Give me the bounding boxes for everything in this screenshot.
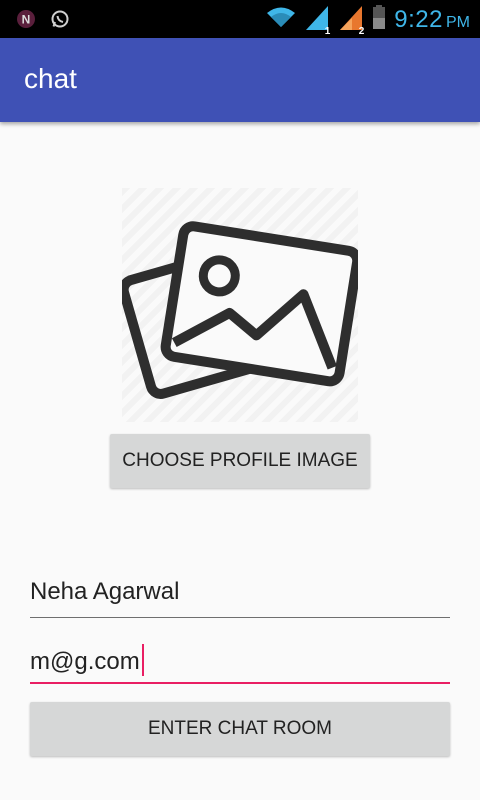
wifi-icon	[266, 5, 296, 34]
email-value: m@g.com	[30, 648, 140, 675]
clock-ampm: PM	[446, 13, 470, 31]
profile-image[interactable]	[118, 188, 363, 422]
sim2-label: 2	[358, 26, 365, 37]
enter-chat-room-button[interactable]: ENTER CHAT ROOM	[30, 702, 450, 756]
app-title: chat	[24, 63, 77, 94]
name-value: Neha Agarwal	[30, 578, 180, 605]
image-placeholder-icon	[118, 221, 363, 399]
text-cursor	[141, 644, 144, 676]
svg-text:N: N	[22, 13, 31, 27]
n-app-icon: N	[16, 9, 36, 34]
whatsapp-icon	[50, 9, 70, 34]
signal-sim2-icon: 2	[338, 4, 365, 37]
system-status-icons: 1 2 9:22 PM	[266, 4, 470, 37]
name-field[interactable]: Neha Agarwal	[30, 574, 450, 618]
clock-time: 9:22	[394, 5, 443, 33]
sim1-label: 1	[324, 26, 331, 37]
email-field[interactable]: m@g.com	[30, 640, 450, 684]
app-bar: chat	[0, 38, 480, 122]
status-bar: N 1 2 9:22 PM	[0, 0, 480, 38]
battery-icon	[372, 4, 386, 35]
notification-icons: N	[16, 9, 70, 34]
choose-profile-image-button[interactable]: CHOOSE PROFILE IMAGE	[110, 434, 370, 488]
signal-sim1-icon: 1	[304, 4, 331, 37]
